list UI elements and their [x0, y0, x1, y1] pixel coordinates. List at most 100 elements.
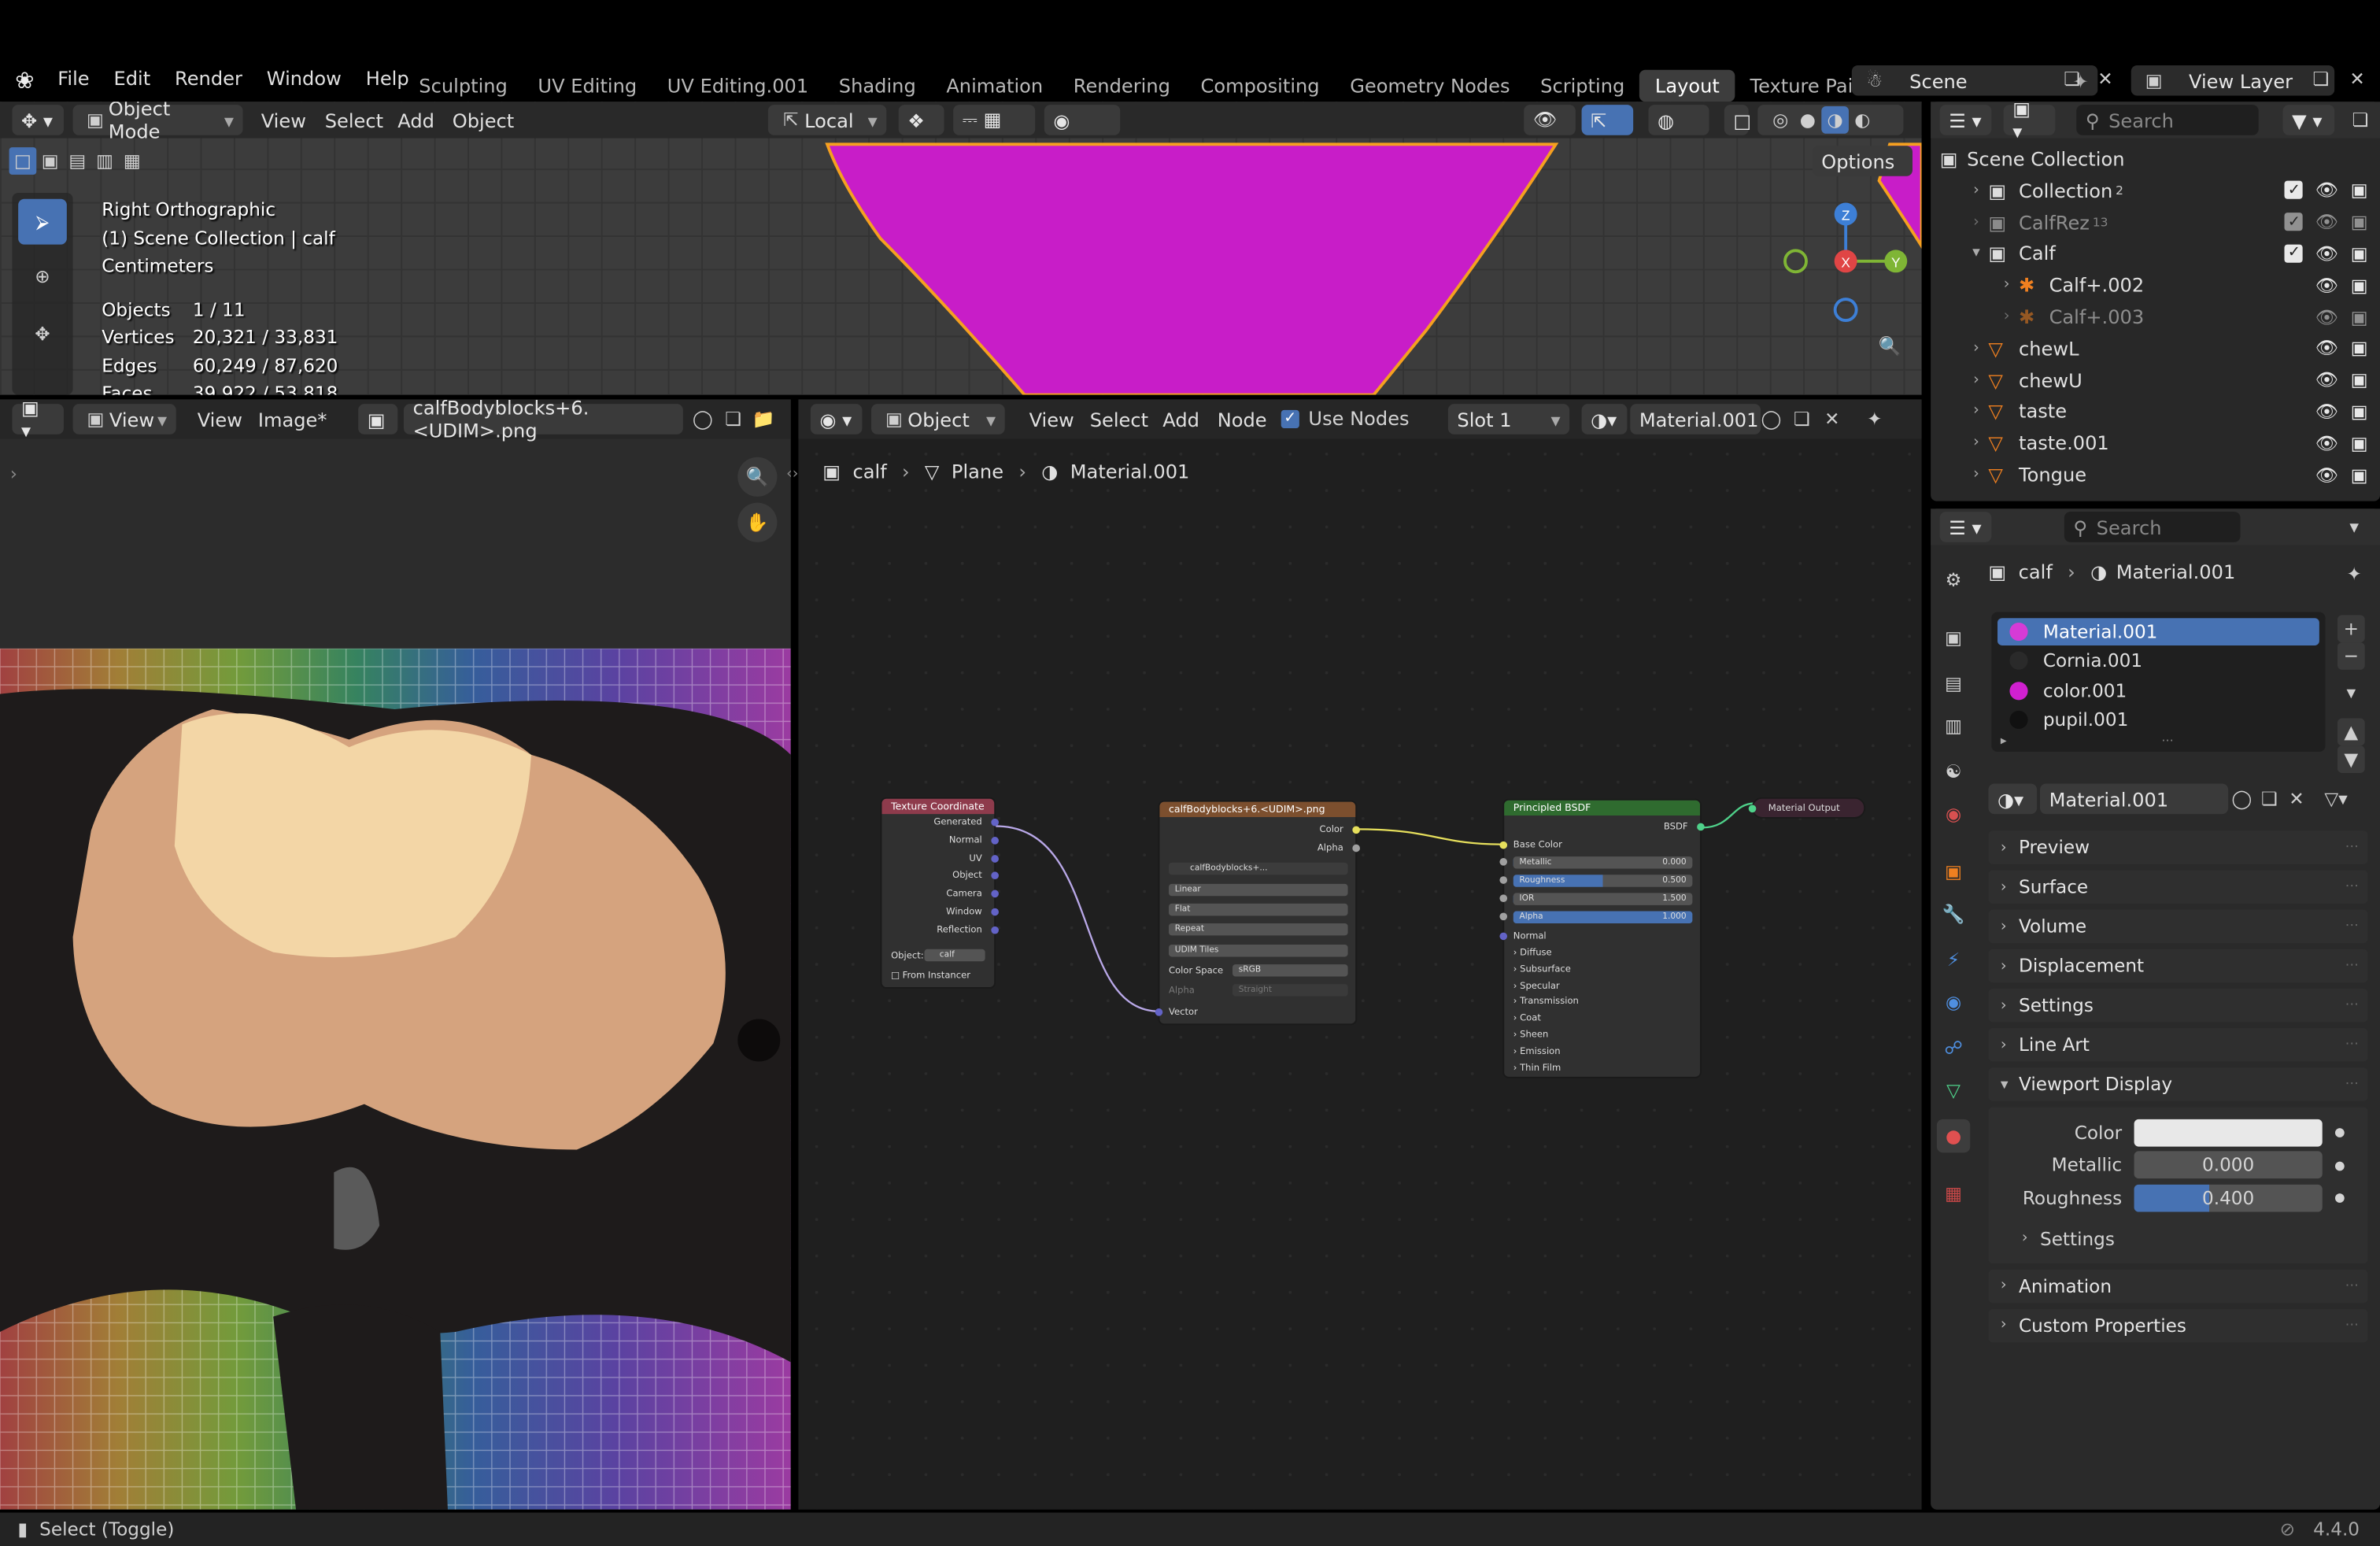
object-tab-icon[interactable]: ▣ [1940, 858, 1968, 886]
color-space-dropdown[interactable]: sRGB [1232, 964, 1348, 977]
data-tab-icon[interactable]: ▽ [1940, 1077, 1968, 1104]
navigation-gizmo[interactable]: Z Y X [1776, 196, 1913, 333]
bsdf-field[interactable]: Alpha 1.000 [1513, 911, 1693, 923]
normal-socket[interactable] [1499, 932, 1508, 941]
outliner-item[interactable]: › ✱ Calf+.003 👁 ▣ [1931, 301, 2380, 332]
keyframe-dot-icon[interactable]: ● [2334, 1191, 2345, 1204]
tab-animation[interactable]: Animation [931, 69, 1058, 102]
visibility-eye-icon[interactable]: 👁 [2315, 432, 2338, 453]
render-camera-icon[interactable]: ▣ [2351, 243, 2368, 264]
xray-icon[interactable]: □ [1724, 105, 1751, 135]
new-collection-icon[interactable]: ❏ [2347, 106, 2374, 134]
visibility-eye-icon[interactable]: 👁 [2315, 338, 2338, 359]
outliner-item[interactable]: › ▽ chewL 👁 ▣ [1931, 332, 2380, 364]
outliner-item[interactable]: › ✱ Calf+.002 👁 ▣ [1931, 269, 2380, 301]
properties-options-icon[interactable]: ▾ [2341, 513, 2368, 541]
visibility-eye-icon[interactable]: 👁 [2315, 243, 2338, 264]
tab-uv-editing-001[interactable]: UV Editing.001 [652, 69, 824, 102]
viewport-menu-object[interactable]: Object [440, 109, 526, 132]
properties-editor-type-icon[interactable]: ☰ ▾ [1939, 512, 1992, 542]
new-view-layer-icon[interactable]: ❏ [2307, 65, 2334, 93]
panel-line-art[interactable]: › Line Art ⋯ [1988, 1028, 2368, 1062]
expand-arrow-icon[interactable]: › [1964, 340, 1989, 357]
world-tab-icon[interactable]: ◉ [1940, 801, 1968, 828]
slot-list-expand-icon[interactable]: ▸ [2001, 734, 2007, 747]
alpha-socket[interactable] [1352, 844, 1360, 853]
extension-dropdown[interactable]: Repeat [1168, 923, 1348, 936]
bsdf-panel[interactable]: › Specular [1513, 981, 1560, 992]
blender-logo-icon[interactable]: ❀ [15, 67, 42, 94]
exclude-checkbox[interactable]: ✓ [2285, 244, 2304, 263]
bsdf-panel[interactable]: › Subsurface [1513, 964, 1571, 975]
material-slot[interactable]: Material.001 [1997, 618, 2319, 645]
expand-arrow-icon[interactable]: › [1994, 309, 2019, 325]
visibility-eye-icon[interactable]: 👁 [2315, 212, 2338, 233]
material-slot[interactable]: Cornia.001 [1998, 648, 2319, 675]
visibility-eye-icon[interactable]: 👁 [2315, 401, 2338, 422]
bsdf-panel[interactable]: › Coat [1513, 1013, 1541, 1024]
browse-material-datablock-icon[interactable]: ◑▾ [1988, 783, 2038, 815]
outliner-item-name[interactable]: Calf [2019, 242, 2056, 265]
render-camera-icon[interactable]: ▣ [2351, 401, 2368, 422]
bsdf-panel[interactable]: › Thin Film [1513, 1063, 1561, 1074]
bsdf-field-socket[interactable] [1499, 876, 1508, 884]
zoom-icon[interactable]: 🔍 [1876, 333, 1904, 361]
bsdf-panel[interactable]: › Transmission [1513, 997, 1579, 1008]
fake-user-icon[interactable]: ◯ [689, 405, 717, 433]
render-camera-icon[interactable]: ▣ [2351, 306, 2368, 327]
material-output-node[interactable]: Material Output [1748, 797, 1866, 819]
menu-file[interactable]: File [46, 67, 102, 90]
outliner-item-name[interactable]: Calf+.002 [2049, 274, 2145, 297]
image-name-field[interactable]: calfBodyblocks+6.<UDIM>.png [403, 399, 683, 442]
properties-search-field[interactable]: ⚲ Search [2064, 512, 2241, 542]
tab-compositing[interactable]: Compositing [1185, 69, 1335, 102]
material-slot[interactable]: pupil.001 [1998, 706, 2319, 734]
scene-tab-icon[interactable]: ☯ [1940, 758, 1968, 786]
snap-icon[interactable]: ⎓ ▦ [953, 105, 1036, 135]
output-tab-icon[interactable]: ▤ [1940, 670, 1968, 697]
bsdf-panel[interactable]: › Diffuse [1513, 948, 1552, 959]
outliner-item[interactable]: › ▣ CalfRez 13 ✓ 👁 ▣ [1931, 206, 2380, 238]
physics-tab-icon[interactable]: ◉ [1940, 989, 1968, 1016]
outliner-item-name[interactable]: chewL [2019, 337, 2079, 360]
visibility-eye-icon[interactable]: 👁 [2315, 275, 2338, 296]
exclude-checkbox[interactable]: ✓ [2285, 213, 2304, 231]
viewport-menu-select[interactable]: Select [312, 109, 395, 132]
visibility-eye-icon[interactable]: 👁 [2315, 464, 2338, 486]
add-slot-icon[interactable]: + [2337, 615, 2365, 643]
bsdf-output-socket[interactable] [1697, 823, 1705, 831]
texture-tab-icon[interactable]: ▦ [1940, 1180, 1968, 1208]
outliner-item[interactable]: › ▽ chewU 👁 ▣ [1931, 364, 2380, 396]
panel-displacement[interactable]: › Displacement ⋯ [1988, 949, 2368, 983]
new-image-icon[interactable]: ❏ [719, 405, 747, 433]
bsdf-field[interactable]: Roughness 0.500 [1513, 875, 1693, 887]
principled-bsdf-node[interactable]: Principled BSDF BSDF Base Color Metallic… [1499, 798, 1705, 1078]
render-camera-icon[interactable]: ▣ [2351, 432, 2368, 453]
move-slot-up-icon[interactable]: ▲ [2337, 718, 2365, 746]
color-socket[interactable] [1352, 826, 1360, 834]
bsdf-field-socket[interactable] [1499, 894, 1508, 902]
tab-shading[interactable]: Shading [824, 69, 932, 102]
outliner-item[interactable]: › ▣ Collection 2 ✓ 👁 ▣ [1931, 175, 2380, 206]
select-intersect-icon[interactable]: ▦ [118, 147, 146, 175]
outliner-item-name[interactable]: Collection [2019, 179, 2112, 202]
viewport-menu-view[interactable]: View [249, 109, 318, 132]
select-new-icon[interactable]: □ [9, 147, 37, 175]
menu-render[interactable]: Render [163, 67, 255, 90]
outliner-item-name[interactable]: taste [2019, 400, 2067, 423]
filter-icon[interactable]: ▼ ▾ [2282, 105, 2335, 135]
outliner-item[interactable]: › ▽ taste 👁 ▣ [1931, 396, 2380, 427]
menu-window[interactable]: Window [254, 67, 353, 90]
rendered-shading-icon[interactable]: ◐ [1849, 106, 1876, 134]
delete-view-layer-icon[interactable]: ✕ [2344, 65, 2371, 93]
material-datablock-name[interactable]: Material.001 [2039, 783, 2229, 815]
panel-settings[interactable]: › Settings ⋯ [1988, 988, 2368, 1023]
outliner-item[interactable]: › ▽ Tongue 👁 ▣ [1931, 459, 2380, 490]
outliner-item[interactable]: › ▽ taste.001 👁 ▣ [1931, 427, 2380, 459]
expand-arrow-icon[interactable]: › [1964, 182, 1989, 198]
expand-arrow-icon[interactable]: › [1964, 372, 1989, 388]
vd-field-value[interactable]: 0.400 [2134, 1184, 2323, 1212]
vd-field-value[interactable]: 0.000 [2134, 1151, 2323, 1179]
tab-sculpting[interactable]: Sculpting [404, 69, 523, 102]
outliner-editor-type-icon[interactable]: ☰ ▾ [1939, 105, 1992, 135]
